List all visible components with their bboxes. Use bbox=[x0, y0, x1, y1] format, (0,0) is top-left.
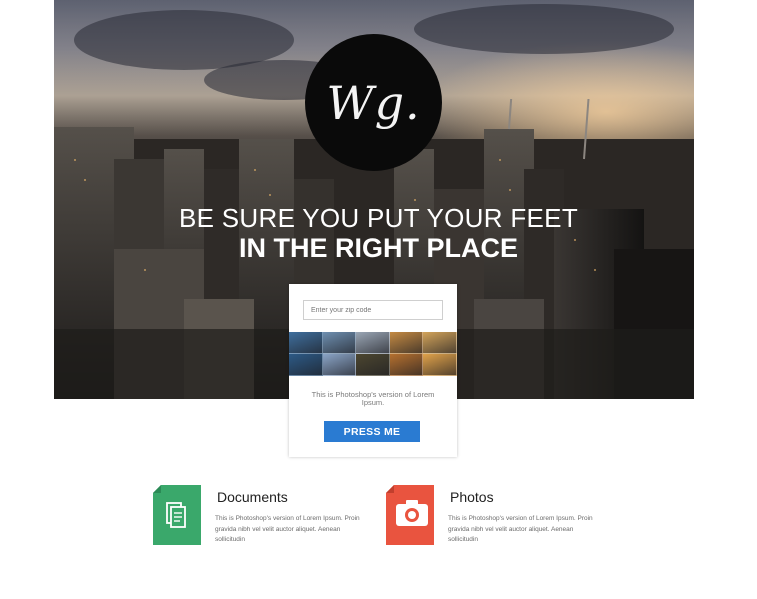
camera-icon bbox=[386, 485, 434, 545]
feature-title: Documents bbox=[217, 489, 288, 505]
hero-headline-line1: BE SURE YOU PUT YOUR FEET bbox=[178, 203, 579, 233]
thumbnail-photo[interactable] bbox=[389, 332, 424, 354]
thumbnail-photo[interactable] bbox=[356, 332, 390, 354]
thumbnail-gallery bbox=[289, 332, 457, 376]
cloud bbox=[414, 4, 674, 54]
feature-photos: Photos This is Photoshop's version of Lo… bbox=[386, 485, 606, 555]
feature-title: Photos bbox=[450, 489, 494, 505]
thumbnail-photo[interactable] bbox=[289, 354, 323, 376]
documents-icon bbox=[153, 485, 201, 545]
thumbnail-photo[interactable] bbox=[423, 332, 457, 354]
feature-documents: Documents This is Photoshop's version of… bbox=[153, 485, 373, 555]
feature-description: This is Photoshop's version of Lorem Ips… bbox=[448, 515, 593, 543]
thumbnail-photo[interactable] bbox=[322, 354, 357, 376]
brand-logo[interactable]: Wg. bbox=[305, 34, 442, 171]
zip-search-card: This is Photoshop's version of Lorem Ips… bbox=[289, 284, 457, 457]
zip-code-input[interactable] bbox=[303, 300, 443, 320]
logo-text: Wg. bbox=[326, 75, 421, 130]
feature-description: This is Photoshop's version of Lorem Ips… bbox=[215, 515, 360, 543]
thumbnail-photo[interactable] bbox=[289, 332, 323, 354]
thumbnail-photo[interactable] bbox=[322, 332, 357, 354]
hero-headline-line2: IN THE RIGHT PLACE bbox=[238, 233, 518, 263]
press-me-button[interactable]: PRESS ME bbox=[324, 421, 420, 442]
thumbnail-photo[interactable] bbox=[423, 354, 457, 376]
thumbnail-photo[interactable] bbox=[356, 354, 390, 376]
card-description: This is Photoshop's version of Lorem Ips… bbox=[311, 390, 435, 407]
thumbnail-photo[interactable] bbox=[389, 354, 424, 376]
